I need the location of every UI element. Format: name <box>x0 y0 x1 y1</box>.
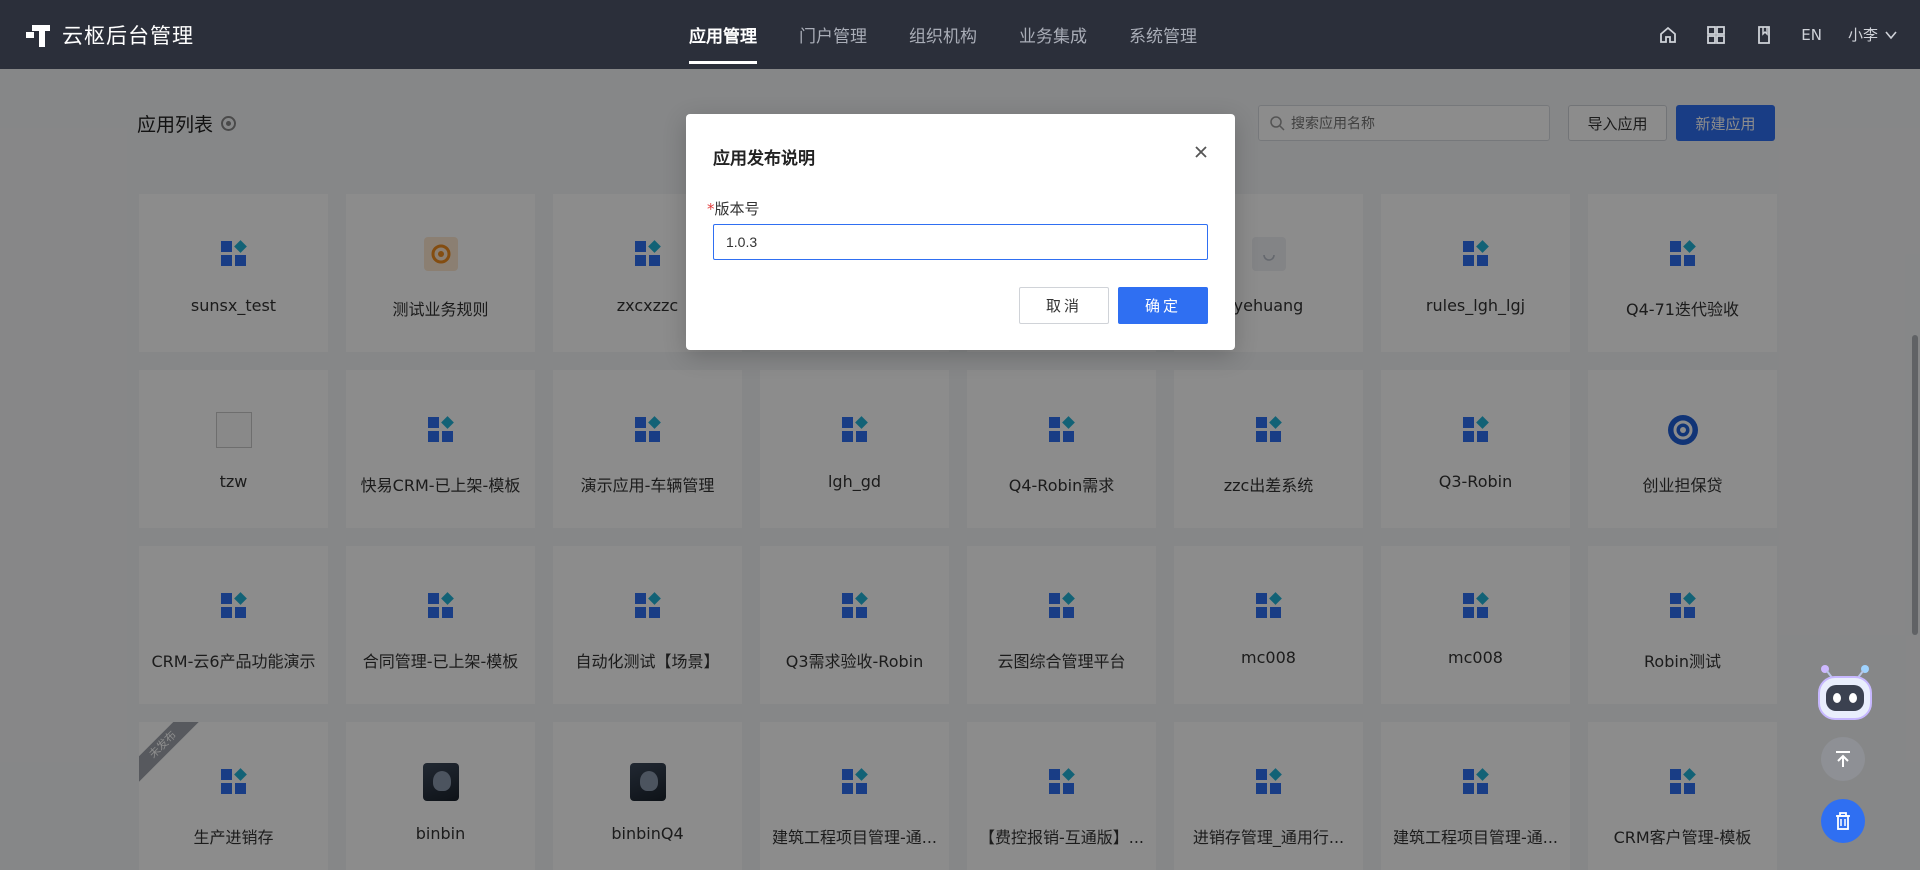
main-nav: 应用管理 门户管理 组织机构 业务集成 系统管理 <box>668 0 1218 69</box>
brand-logo-icon <box>26 22 52 48</box>
dialog-title: 应用发布说明 <box>713 149 815 169</box>
version-label-text: 版本号 <box>714 200 760 218</box>
required-mark: * <box>707 200 715 218</box>
home-icon[interactable] <box>1657 24 1679 46</box>
user-menu[interactable]: 小李 <box>1848 24 1898 45</box>
top-navigation-bar: 云枢后台管理 应用管理 门户管理 组织机构 业务集成 系统管理 EN 小李 <box>0 0 1920 69</box>
book-icon[interactable] <box>1753 24 1775 46</box>
confirm-button[interactable]: 确定 <box>1118 287 1208 324</box>
publish-dialog: 应用发布说明 *版本号 取消 确定 <box>686 114 1235 350</box>
nav-item-portal-management[interactable]: 门户管理 <box>778 0 888 69</box>
assistant-robot-icon[interactable] <box>1815 661 1875 723</box>
arrow-up-icon <box>1836 751 1850 767</box>
apps-grid-icon[interactable] <box>1705 24 1727 46</box>
version-input[interactable] <box>713 224 1208 260</box>
nav-item-system-management[interactable]: 系统管理 <box>1108 0 1218 69</box>
trash-icon <box>1836 812 1850 830</box>
header-tools: EN 小李 <box>1657 0 1898 69</box>
nav-item-app-management[interactable]: 应用管理 <box>668 0 778 69</box>
back-to-top-button[interactable] <box>1821 737 1865 781</box>
version-field-label: *版本号 <box>707 198 760 219</box>
recycle-bin-button[interactable] <box>1821 799 1865 843</box>
nav-item-business-integration[interactable]: 业务集成 <box>998 0 1108 69</box>
close-icon[interactable] <box>1191 142 1211 162</box>
chevron-down-icon <box>1885 30 1897 39</box>
brand[interactable]: 云枢后台管理 <box>26 20 194 50</box>
brand-title: 云枢后台管理 <box>62 24 194 48</box>
language-switch[interactable]: EN <box>1801 26 1822 44</box>
user-name: 小李 <box>1847 26 1878 44</box>
cancel-button[interactable]: 取消 <box>1019 287 1109 324</box>
nav-item-organization[interactable]: 组织机构 <box>888 0 998 69</box>
